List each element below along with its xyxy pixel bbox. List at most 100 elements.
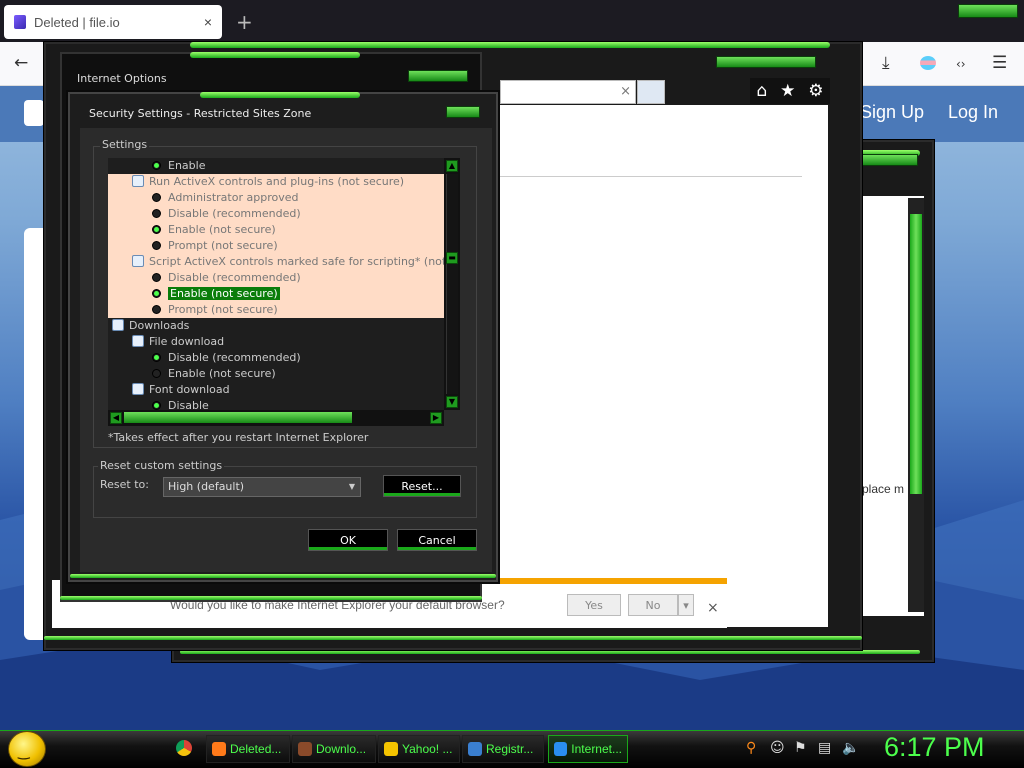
setting-group[interactable]: Font download (108, 382, 230, 398)
ie-toolbar: ⌂ ★ ⚙ (750, 78, 830, 104)
emoji-tray-icon[interactable]: ☺ (770, 740, 785, 756)
signup-link[interactable]: Sign Up (860, 102, 924, 123)
taskbar-item-label: Registr... (486, 742, 534, 756)
window-controls[interactable] (858, 154, 918, 166)
ok-button[interactable]: OK (308, 529, 388, 551)
setting-label: Script ActiveX controls marked safe for … (149, 255, 444, 268)
setting-label: Prompt (not secure) (168, 303, 278, 316)
dropdown-arrow-icon: ▼ (348, 482, 355, 491)
taskbar-item[interactable]: Yahoo! ... (378, 735, 460, 763)
window-title-glow (190, 52, 360, 58)
downloads-folder-icon (298, 742, 312, 756)
settings-tree[interactable]: Enable Run ActiveX controls and plug-ins … (108, 158, 444, 410)
setting-label: Disable (recommended) (168, 351, 301, 364)
volume-icon[interactable]: 🔈 (842, 740, 859, 756)
setting-option[interactable]: Enable (108, 158, 205, 174)
taskbar-item[interactable]: Deleted... (206, 735, 290, 763)
network-icon[interactable]: ▤ (818, 740, 831, 756)
address-bar[interactable]: × (500, 80, 636, 104)
scrollbar-thumb[interactable] (446, 174, 458, 394)
back-arrow-icon[interactable]: ← (14, 53, 28, 73)
close-icon[interactable]: × (620, 84, 631, 99)
setting-label: Font download (149, 383, 230, 396)
setting-group[interactable]: File download (108, 334, 224, 350)
close-tab-icon[interactable]: × (204, 14, 212, 30)
window-bottom-glow (44, 636, 862, 640)
settings-label: Settings (100, 138, 150, 151)
setting-option[interactable]: Prompt (not secure) (108, 238, 444, 254)
no-button[interactable]: No (628, 594, 678, 616)
window-controls[interactable] (958, 4, 1018, 18)
tab-title: Deleted | file.io (34, 14, 120, 30)
setting-option[interactable]: Enable (not secure) (108, 366, 276, 382)
menu-icon[interactable]: ☰ (992, 53, 1007, 73)
radio-icon (152, 241, 161, 250)
setting-group[interactable]: Script ActiveX controls marked safe for … (108, 254, 444, 270)
setting-option[interactable]: Enable (not secure) (108, 222, 444, 238)
internet-explorer-icon (554, 742, 568, 756)
window-title-glow (190, 42, 830, 48)
radio-selected-icon (152, 289, 161, 298)
scroll-left-icon[interactable]: ◀ (110, 412, 122, 424)
chrome-icon[interactable] (176, 740, 192, 756)
taskbar-item[interactable]: Downlo... (292, 735, 376, 763)
action-center-flag-icon[interactable]: ⚑ (794, 740, 807, 756)
favorites-star-icon[interactable]: ★ (780, 81, 795, 101)
partial-text: place m (862, 482, 905, 496)
settings-gear-icon[interactable]: ⚙ (808, 81, 823, 101)
setting-option[interactable]: Disable (recommended) (108, 270, 444, 286)
reset-level-select[interactable]: High (default) ▼ (163, 477, 361, 497)
radio-selected-icon (152, 161, 161, 170)
window-controls[interactable] (408, 70, 468, 82)
setting-group-icon (132, 335, 144, 347)
dialog-title: Security Settings - Restricted Sites Zon… (89, 107, 312, 120)
downloads-category-icon (112, 319, 124, 331)
scroll-right-icon[interactable]: ▶ (430, 412, 442, 424)
scroll-down-icon[interactable]: ▼ (446, 396, 458, 408)
setting-option[interactable]: Disable (108, 398, 209, 410)
window-bottom-glow (60, 596, 482, 600)
search-icon[interactable]: ⚲ (746, 740, 756, 756)
browser-tab[interactable]: Deleted | file.io × (4, 5, 222, 39)
dialog-title: Internet Options (77, 72, 167, 85)
new-tab-button[interactable] (637, 80, 665, 104)
login-link[interactable]: Log In (948, 102, 998, 123)
taskbar-item[interactable]: Internet... (548, 735, 628, 763)
reset-button[interactable]: Reset... (383, 475, 461, 497)
setting-label: Enable (not secure) (168, 287, 280, 300)
window-controls[interactable] (716, 56, 816, 68)
scroll-thumb-grip-icon[interactable]: ▬ (446, 252, 458, 264)
setting-label: Run ActiveX controls and plug-ins (not s… (149, 175, 405, 188)
registry-editor-icon (468, 742, 482, 756)
setting-category[interactable]: Downloads (108, 318, 189, 334)
scrollbar-thumb[interactable] (910, 214, 922, 494)
home-icon[interactable]: ⌂ (756, 81, 767, 101)
setting-option[interactable]: Disable (recommended) (108, 350, 301, 366)
radio-selected-icon (152, 353, 161, 362)
no-dropdown-icon[interactable]: ▾ (678, 594, 694, 616)
cancel-button[interactable]: Cancel (397, 529, 477, 551)
setting-group-icon (132, 383, 144, 395)
reset-level-value: High (default) (168, 480, 245, 493)
new-tab-icon[interactable]: + (236, 10, 253, 34)
reset-to-label: Reset to: (100, 478, 149, 491)
extensions-icon[interactable]: ‹› (956, 57, 966, 71)
radio-selected-icon (152, 225, 161, 234)
close-button[interactable] (446, 106, 480, 118)
scroll-up-icon[interactable]: ▲ (446, 160, 458, 172)
setting-group[interactable]: Run ActiveX controls and plug-ins (not s… (108, 174, 444, 190)
taskbar-item[interactable]: Registr... (462, 735, 544, 763)
clock[interactable]: 6:17 PM (884, 732, 985, 763)
setting-label: Enable (not secure) (168, 367, 276, 380)
download-icon[interactable]: ⤓ (882, 53, 890, 73)
setting-option[interactable]: Enable (not secure) (108, 286, 444, 302)
setting-option[interactable]: Disable (recommended) (108, 206, 444, 222)
start-button-smiley-icon[interactable]: ‿ (8, 731, 46, 767)
setting-option[interactable]: Prompt (not secure) (108, 302, 444, 318)
account-avatar-icon[interactable] (920, 56, 936, 70)
yes-button[interactable]: Yes (567, 594, 621, 616)
scrollbar-thumb[interactable] (124, 412, 352, 423)
setting-label: Prompt (not secure) (168, 239, 278, 252)
close-icon[interactable]: × (707, 600, 719, 616)
setting-option[interactable]: Administrator approved (108, 190, 444, 206)
